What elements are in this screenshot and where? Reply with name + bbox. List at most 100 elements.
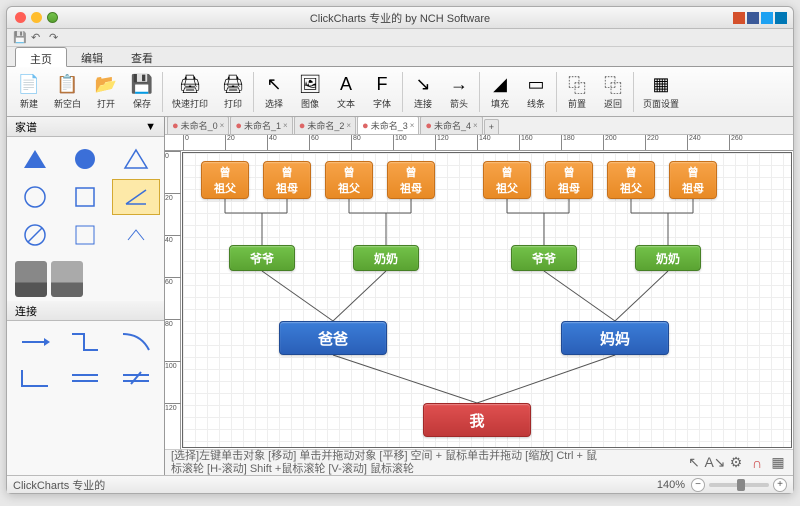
diagram-node[interactable]: 曾祖父 xyxy=(607,161,655,199)
qat-save-icon[interactable]: 💾 xyxy=(13,31,27,45)
ribbon-label: 填充 xyxy=(491,97,509,110)
shape-square-outline[interactable] xyxy=(61,179,109,215)
tool-text-icon[interactable]: A↘ xyxy=(706,454,724,472)
ribbon-icon: 📄 xyxy=(18,74,40,96)
diagram-node[interactable]: 曾祖母 xyxy=(263,161,311,199)
titlebar: ClickCharts 专业的 by NCH Software xyxy=(7,7,793,29)
qat-redo-icon[interactable]: ↷ xyxy=(49,31,63,45)
ribbon-文本[interactable]: A文本 xyxy=(328,69,364,115)
ribbon-label: 线条 xyxy=(527,97,545,110)
ribbon-字体[interactable]: F字体 xyxy=(364,69,400,115)
ribbon-图像[interactable]: 🖼图像 xyxy=(292,69,328,115)
ribbon-icon: ↖ xyxy=(263,74,285,96)
conn-arrow[interactable] xyxy=(11,325,59,359)
ribbon-连接[interactable]: ↘连接 xyxy=(405,69,441,115)
new-tab-button[interactable]: + xyxy=(484,119,499,134)
ribbon-icon: ⿻ xyxy=(566,74,588,96)
canvas-area: ● 未命名_0×● 未命名_1×● 未命名_2×● 未命名_3×● 未命名_4×… xyxy=(165,117,793,475)
zoom-in-button[interactable]: + xyxy=(773,478,787,492)
ribbon-label: 保存 xyxy=(133,97,151,110)
ribbon-icon: 📋 xyxy=(57,74,79,96)
ribbon-label: 图像 xyxy=(301,97,319,110)
shape-circle-outline[interactable] xyxy=(11,179,59,215)
canvas[interactable]: 曾祖父曾祖母曾祖父曾祖母曾祖父曾祖母曾祖父曾祖母爷爷奶奶爷爷奶奶爸爸妈妈我 xyxy=(182,152,792,448)
ribbon-选择[interactable]: ↖选择 xyxy=(256,69,292,115)
menu-tab-编辑[interactable]: 编辑 xyxy=(67,47,117,66)
diagram-node[interactable]: 妈妈 xyxy=(561,321,669,355)
tool-pointer-icon[interactable]: ↖ xyxy=(685,454,703,472)
shape-angle[interactable] xyxy=(112,179,160,215)
ribbon-icon: 🖨 xyxy=(179,74,201,96)
ribbon-新建[interactable]: 📄新建 xyxy=(11,69,47,115)
ribbon-icon: A xyxy=(335,74,357,96)
shapes-header[interactable]: 家谱 ▼ xyxy=(7,117,164,137)
ribbon-保存[interactable]: 💾保存 xyxy=(124,69,160,115)
doc-tab[interactable]: ● 未命名_0× xyxy=(167,117,229,134)
facebook-icon[interactable] xyxy=(747,12,759,24)
conn-double[interactable] xyxy=(61,361,109,395)
shape-circle-slash[interactable] xyxy=(11,217,59,253)
diagram-node[interactable]: 奶奶 xyxy=(635,245,701,271)
conn-elbow[interactable] xyxy=(61,325,109,359)
connections-header[interactable]: 连接 xyxy=(7,301,164,321)
ribbon-页面设置[interactable]: ▦页面设置 xyxy=(636,69,686,115)
ribbon-前置[interactable]: ⿻前置 xyxy=(559,69,595,115)
twitter-icon[interactable] xyxy=(761,12,773,24)
ribbon-填充[interactable]: ◢填充 xyxy=(482,69,518,115)
doc-tab[interactable]: ● 未命名_1× xyxy=(230,117,292,134)
google-icon[interactable] xyxy=(733,12,745,24)
ribbon-新空白[interactable]: 📋新空白 xyxy=(47,69,88,115)
linkedin-icon[interactable] xyxy=(775,12,787,24)
diagram-node[interactable]: 曾祖母 xyxy=(669,161,717,199)
view-tools: ↖ A↘ ⚙ ∩ ▦ xyxy=(685,454,787,472)
tool-grid-icon[interactable]: ▦ xyxy=(769,454,787,472)
tool-magnet-icon[interactable]: ∩ xyxy=(748,454,766,472)
qat-undo-icon[interactable]: ↶ xyxy=(31,31,45,45)
ribbon-箭头[interactable]: →箭头 xyxy=(441,69,477,115)
shapes-header-label: 家谱 xyxy=(15,119,37,135)
zoom-slider[interactable] xyxy=(709,483,769,487)
conn-curve[interactable] xyxy=(112,325,160,359)
ribbon-icon: ↘ xyxy=(412,74,434,96)
zoom-out-button[interactable]: − xyxy=(691,478,705,492)
shape-triangle-fill[interactable] xyxy=(11,141,59,177)
ribbon-打开[interactable]: 📂打开 xyxy=(88,69,124,115)
shape-square-thin[interactable] xyxy=(61,217,109,253)
sidebar: 家谱 ▼ 连接 xyxy=(7,117,165,475)
ribbon-快速打印[interactable]: 🖨快速打印 xyxy=(165,69,215,115)
menu-tab-主页[interactable]: 主页 xyxy=(15,47,67,67)
avatar-shapes xyxy=(7,257,164,301)
diagram-node[interactable]: 爸爸 xyxy=(279,321,387,355)
avatar-female[interactable] xyxy=(51,261,83,297)
shape-circle-fill[interactable] xyxy=(61,141,109,177)
avatar-male[interactable] xyxy=(15,261,47,297)
main-body: 家谱 ▼ 连接 xyxy=(7,117,793,475)
diagram-node[interactable]: 爷爷 xyxy=(229,245,295,271)
diagram-node[interactable]: 曾祖父 xyxy=(325,161,373,199)
ribbon-返回[interactable]: ⿻返回 xyxy=(595,69,631,115)
diagram-node[interactable]: 曾祖母 xyxy=(545,161,593,199)
shape-triangle-outline[interactable] xyxy=(112,141,160,177)
shape-caret[interactable] xyxy=(112,217,160,253)
ribbon-label: 新建 xyxy=(20,97,38,110)
ribbon-线条[interactable]: ▭线条 xyxy=(518,69,554,115)
ribbon-label: 连接 xyxy=(414,97,432,110)
diagram-node[interactable]: 奶奶 xyxy=(353,245,419,271)
diagram-node[interactable]: 曾祖父 xyxy=(201,161,249,199)
doc-tab[interactable]: ● 未命名_2× xyxy=(294,117,356,134)
doc-tab[interactable]: ● 未命名_3× xyxy=(357,117,419,134)
tool-gear-icon[interactable]: ⚙ xyxy=(727,454,745,472)
conn-elbow2[interactable] xyxy=(11,361,59,395)
ribbon-label: 页面设置 xyxy=(643,97,679,110)
ribbon-icon: ▭ xyxy=(525,74,547,96)
ribbon-打印[interactable]: 🖨打印 xyxy=(215,69,251,115)
diagram-node[interactable]: 曾祖父 xyxy=(483,161,531,199)
doc-tab[interactable]: ● 未命名_4× xyxy=(420,117,482,134)
ribbon-label: 前置 xyxy=(568,97,586,110)
diagram-node[interactable]: 爷爷 xyxy=(511,245,577,271)
diagram-node[interactable]: 曾祖母 xyxy=(387,161,435,199)
conn-noteq[interactable] xyxy=(112,361,160,395)
ribbon-label: 打开 xyxy=(97,97,115,110)
diagram-node[interactable]: 我 xyxy=(423,403,531,437)
menu-tab-查看[interactable]: 查看 xyxy=(117,47,167,66)
